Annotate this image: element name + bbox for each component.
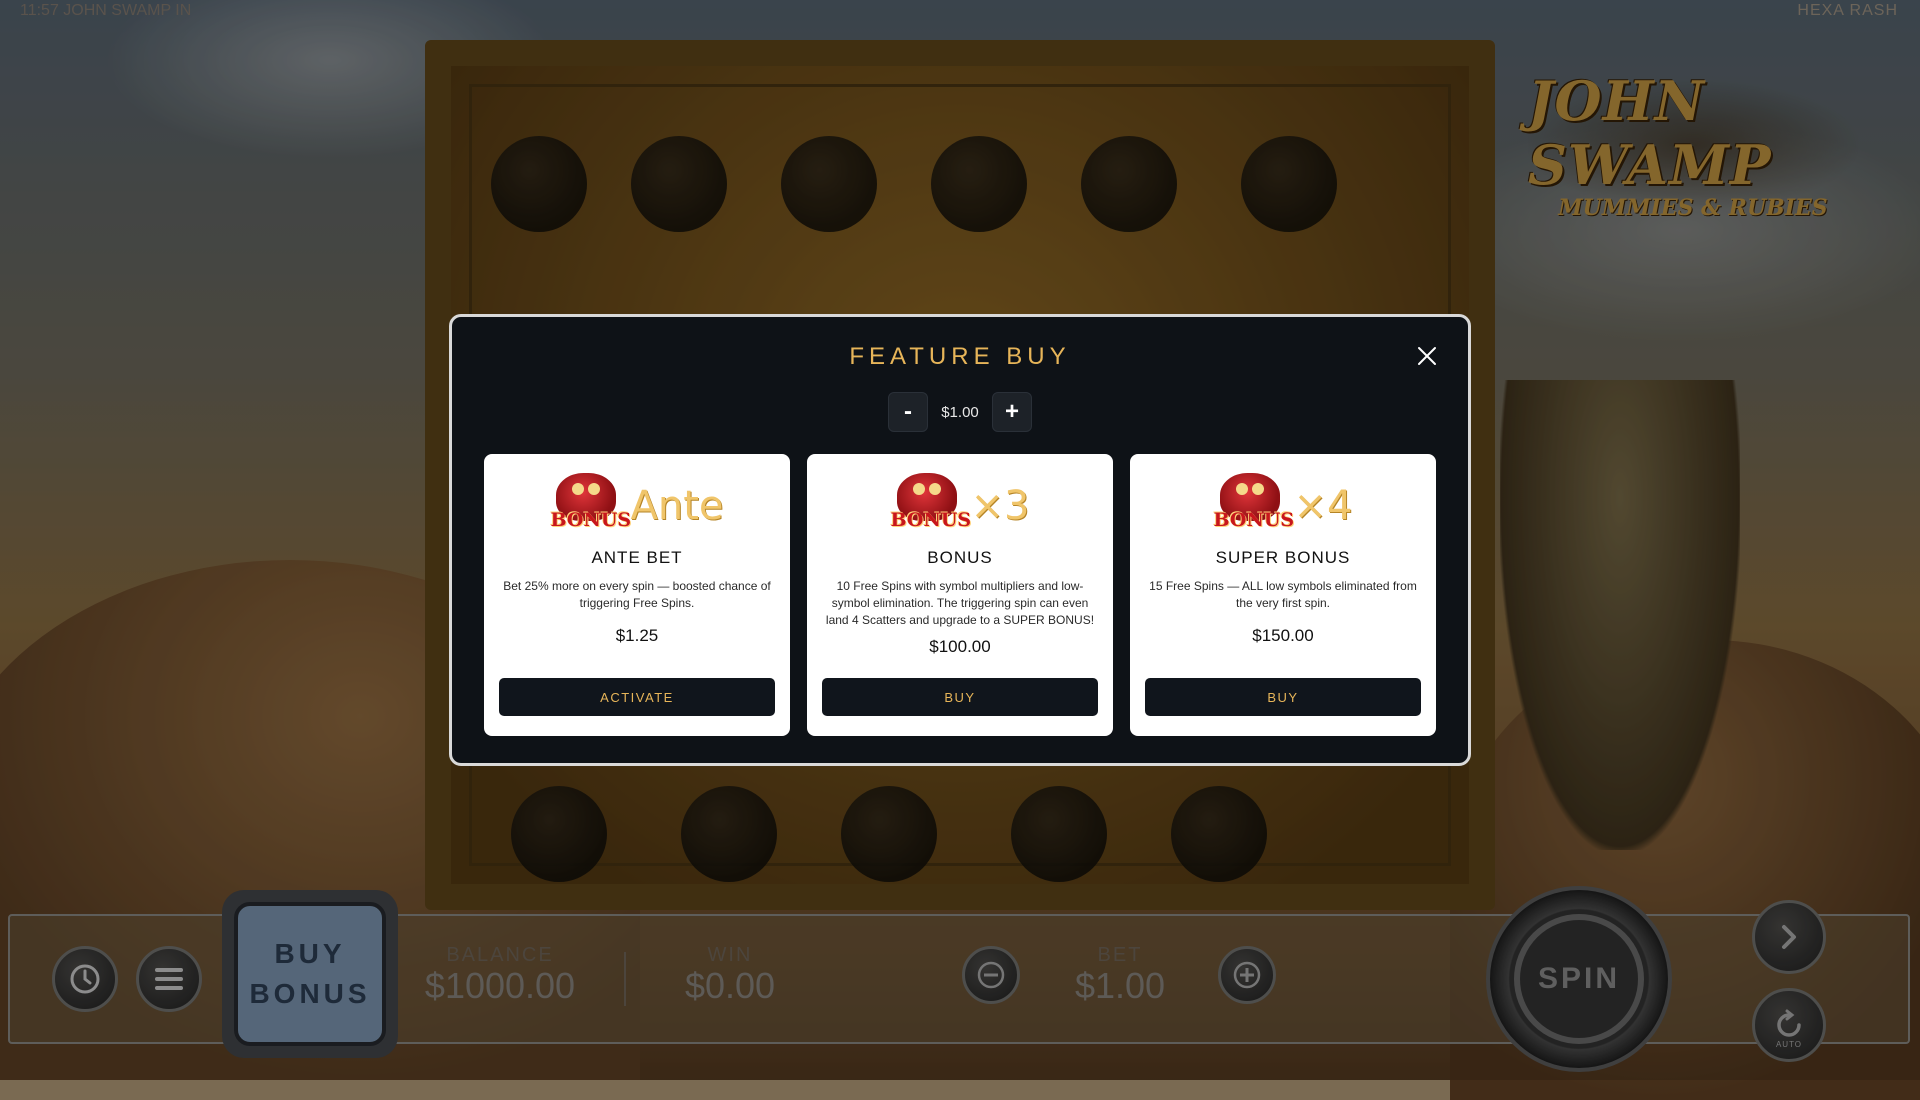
card-header: BONUS ×4	[1145, 470, 1421, 542]
card-tag: ×3	[970, 483, 1030, 529]
modal-title: FEATURE BUY	[849, 343, 1071, 370]
bonus-eye	[1251, 483, 1264, 495]
bonus-badge-icon: BONUS	[890, 473, 972, 539]
close-button[interactable]	[1412, 341, 1442, 371]
buy-super-bonus-button[interactable]: BUY	[1145, 678, 1421, 716]
card-header: BONUS Ante	[499, 470, 775, 542]
card-description: 10 Free Spins with symbol multipliers an…	[825, 579, 1095, 627]
stepper-value: $1.00	[941, 403, 979, 421]
card-title: ANTE BET	[591, 548, 683, 567]
bonus-word: BONUS	[890, 509, 972, 531]
bonus-word: BONUS	[1213, 509, 1295, 531]
close-icon	[1418, 347, 1436, 365]
card-tag: Ante	[630, 483, 724, 529]
feature-buy-modal: FEATURE BUY - $1.00 + BONUS Ante ANTE BE…	[449, 314, 1471, 766]
bonus-eye	[928, 483, 941, 495]
card-header: BONUS ×3	[822, 470, 1098, 542]
card-price: $100.00	[929, 637, 991, 656]
card-description: Bet 25% more on every spin — boosted cha…	[503, 579, 771, 610]
bonus-word: BONUS	[550, 509, 632, 531]
card-title: SUPER BONUS	[1215, 548, 1351, 567]
bonus-badge-icon: BONUS	[1213, 473, 1295, 539]
stepper-plus-button[interactable]: +	[992, 392, 1032, 432]
card-price: $1.25	[615, 626, 659, 645]
feature-card-bonus: BONUS ×3 BONUS 10 Free Spins with symbol…	[807, 454, 1113, 736]
stepper-minus-button[interactable]: -	[888, 392, 928, 432]
bonus-badge-icon: BONUS	[550, 473, 632, 539]
feature-card-super-bonus: BONUS ×4 SUPER BONUS 15 Free Spins — ALL…	[1130, 454, 1436, 736]
activate-button[interactable]: ACTIVATE	[499, 678, 775, 716]
feature-cards: BONUS Ante ANTE BET Bet 25% more on ever…	[484, 454, 1436, 736]
bonus-eye	[912, 483, 925, 495]
buy-bonus-card-button[interactable]: BUY	[822, 678, 1098, 716]
card-title: BONUS	[927, 548, 993, 567]
bet-stepper: - $1.00 +	[452, 392, 1468, 432]
card-description: 15 Free Spins — ALL low symbols eliminat…	[1149, 579, 1417, 610]
feature-card-ante: BONUS Ante ANTE BET Bet 25% more on ever…	[484, 454, 790, 736]
bonus-eye	[1235, 483, 1248, 495]
card-price: $150.00	[1252, 626, 1314, 645]
card-tag: ×4	[1293, 483, 1353, 529]
